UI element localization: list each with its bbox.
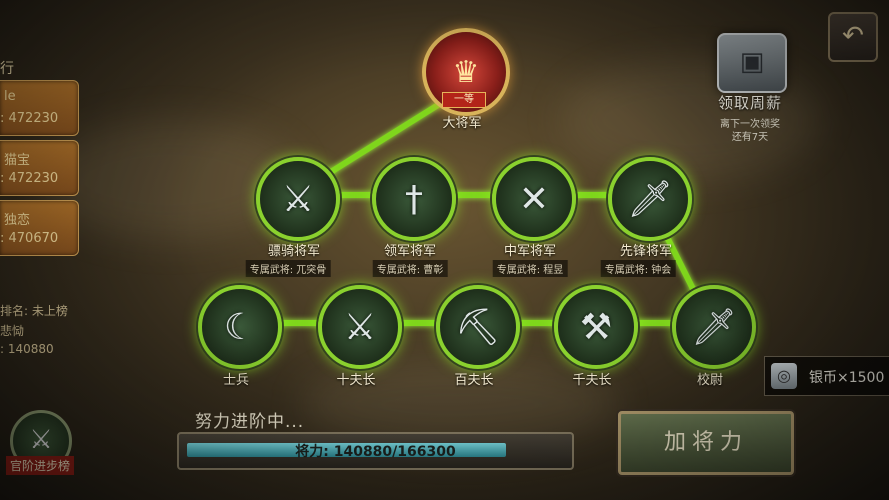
- sickle-icon: ☾: [223, 306, 257, 348]
- triple-swords-icon: †: [405, 178, 423, 220]
- rank-label: 千夫长: [572, 373, 612, 388]
- back-button[interactable]: ↶: [828, 12, 878, 62]
- ranking-card[interactable]: 独恋 : 470670: [0, 200, 79, 256]
- crossed-blades-icon: ✕: [518, 178, 550, 220]
- rank-label: 中军将军: [503, 244, 557, 259]
- rank-node-general[interactable]: ✕: [492, 157, 576, 241]
- progress-status: 努力进阶中...: [195, 412, 305, 432]
- rank-node-general[interactable]: †: [372, 157, 456, 241]
- rank-label: 十夫长: [336, 373, 376, 388]
- add-general-power-button[interactable]: 加将力: [618, 411, 794, 475]
- player-name: 悲恸: [0, 324, 25, 338]
- rank-node-general[interactable]: ⚔: [256, 157, 340, 241]
- grade-badge: 一等: [442, 92, 486, 108]
- halberd-icon: ⚒: [579, 306, 613, 348]
- silver-amount: 银币×1500: [809, 370, 885, 386]
- rank-label-grand-general: 大将军: [442, 116, 482, 131]
- exclusive-general-label: 专属武将: 钟会: [600, 260, 676, 277]
- exclusive-general-label: 专属武将: 程昱: [492, 260, 568, 277]
- rank-node-general[interactable]: 🗡: [608, 157, 692, 241]
- ranking-card[interactable]: 猫宝 : 472230: [0, 140, 79, 196]
- back-arrow-icon: ↶: [842, 21, 864, 51]
- ranking-card-name: le: [4, 89, 16, 104]
- dagger-icon: ⚔: [343, 306, 377, 348]
- rank-label: 骠骑将军: [267, 244, 321, 259]
- crossed-swords-icon: ⚔: [281, 178, 315, 220]
- crossed-swords-icon: ⚔: [29, 425, 53, 455]
- rank-label: 百夫长: [454, 373, 494, 388]
- weekly-reward-note-line: 还有7天: [731, 132, 769, 143]
- promotion-ranking-label[interactable]: 官阶进步榜: [5, 456, 75, 475]
- single-sword-icon: 🗡: [627, 179, 673, 220]
- rank-label: 士兵: [222, 373, 250, 388]
- player-rank-label: 排名: 未上榜: [0, 304, 68, 318]
- progress-text: 将力: 140880/166300: [295, 444, 456, 460]
- ranking-heading: 行: [0, 61, 14, 77]
- silver-currency-display: ◎ 银币×1500: [764, 356, 889, 396]
- weekly-reward-note: 离下一次领奖 还有7天: [720, 118, 780, 144]
- exclusive-general-label: 专属武将: 兀突骨: [245, 260, 331, 277]
- player-power: : 140880: [0, 342, 54, 356]
- rank-node-soldier[interactable]: ☾: [198, 285, 282, 369]
- rank-label: 先锋将军: [619, 244, 673, 259]
- weekly-reward-label[interactable]: 领取周薪: [718, 92, 782, 113]
- ranking-card-name: 独恋: [4, 213, 31, 228]
- silver-coin-icon: ◎: [771, 363, 797, 389]
- general-power-progress-bar: 将力: 140880/166300: [177, 432, 574, 470]
- rank-label: 领军将军: [383, 244, 437, 259]
- weekly-reward-chest-icon[interactable]: ▣: [717, 33, 787, 93]
- ranking-card-name: 猫宝: [4, 153, 31, 168]
- rank-label: 校尉: [696, 373, 724, 388]
- weekly-reward-note-line: 离下一次领奖: [720, 119, 780, 130]
- ranking-card-score: : 470670: [0, 231, 59, 246]
- exclusive-general-label: 专属武将: 曹彰: [372, 260, 448, 277]
- ranking-card-score: : 472230: [0, 171, 59, 186]
- rank-node-soldier[interactable]: 🗡: [672, 285, 756, 369]
- rank-node-soldier[interactable]: ⚔: [318, 285, 402, 369]
- pickaxe-icon: ⛏: [455, 307, 501, 348]
- ranking-card[interactable]: le : 472230: [0, 80, 79, 136]
- broadsword-icon: 🗡: [691, 307, 737, 348]
- ranking-panel: 行 le : 472230 猫宝 : 472230 独恋 : 470670 排名…: [0, 40, 80, 380]
- rank-node-soldier[interactable]: ⛏: [436, 285, 520, 369]
- ranking-card-score: : 472230: [0, 111, 59, 126]
- rank-node-soldier[interactable]: ⚒: [554, 285, 638, 369]
